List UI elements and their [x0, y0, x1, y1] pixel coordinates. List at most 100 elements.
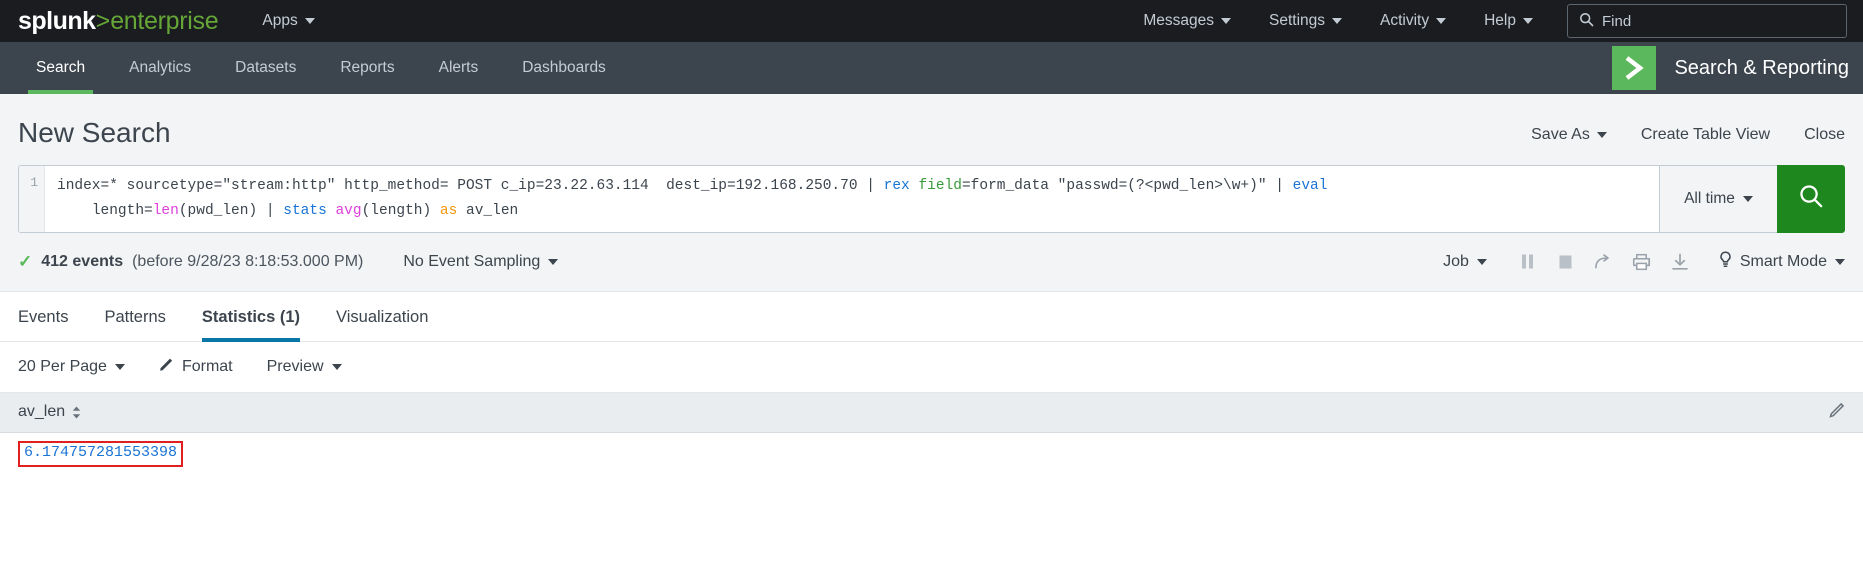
stop-icon[interactable] [1547, 247, 1585, 277]
search-query-text[interactable]: index=* sourcetype="stream:http" http_me… [45, 166, 1659, 232]
event-sampling-label: No Event Sampling [403, 252, 541, 270]
app-nav-tab-label: Reports [340, 59, 395, 76]
tab-patterns[interactable]: Patterns [86, 292, 183, 341]
save-as-label: Save As [1531, 126, 1590, 143]
sort-arrows-icon [72, 406, 81, 419]
app-nav-tab-label: Analytics [129, 59, 192, 76]
time-range-picker[interactable]: All time [1659, 164, 1777, 233]
query-token-as: as [439, 202, 458, 219]
tab-label: Events [18, 307, 69, 326]
app-nav-tabs: Search Analytics Datasets Reports Alerts… [0, 42, 628, 94]
settings-menu-label: Settings [1269, 12, 1326, 29]
app-nav-tab-label: Datasets [235, 59, 297, 76]
splunk-enterprise-logo[interactable]: splunk > enterprise [18, 6, 219, 36]
chevron-down-icon [1523, 18, 1533, 24]
query-token-plain: length= [91, 202, 153, 219]
results-table: av_len 6.174757281553398 [0, 392, 1863, 475]
per-page-selector[interactable]: 20 Per Page [18, 358, 125, 376]
chevron-right-logo-icon [1612, 46, 1657, 90]
app-navigation-bar: Search Analytics Datasets Reports Alerts… [0, 42, 1863, 94]
event-sampling-menu[interactable]: No Event Sampling [403, 252, 559, 271]
job-controls: Job Smart Mode [1443, 247, 1845, 277]
logo-text-splunk: splunk [18, 6, 96, 35]
preview-label: Preview [266, 357, 324, 375]
top-navigation-right: Messages Settings Activity Help Find [1139, 4, 1847, 38]
event-count: 412 events [41, 252, 124, 270]
time-range-label: All time [1684, 189, 1735, 207]
query-token-plain: (pwd_len) | [178, 202, 284, 219]
format-button[interactable]: Format [159, 357, 233, 377]
search-mode-menu[interactable]: Smart Mode [1719, 251, 1845, 273]
search-bar-container: 1 index=* sourcetype="stream:http" http_… [0, 148, 1863, 233]
logo-text-enterprise: enterprise [110, 6, 219, 35]
chevron-down-icon [1742, 195, 1753, 202]
app-nav-tab-alerts[interactable]: Alerts [417, 42, 501, 94]
lightbulb-icon [1719, 251, 1732, 273]
apps-menu[interactable]: Apps [258, 6, 318, 36]
current-app-name: Search & Reporting [1674, 56, 1849, 79]
preview-selector[interactable]: Preview [267, 358, 342, 376]
app-nav-tab-label: Search [36, 59, 86, 76]
job-status-bar: ✓ 412 events (before 9/28/23 8:18:53.000… [0, 232, 1863, 292]
query-token-plain: (length) [361, 202, 440, 219]
print-icon[interactable] [1623, 247, 1661, 277]
create-table-view-button[interactable]: Create Table View [1641, 126, 1770, 144]
query-token-cmd: eval [1292, 177, 1328, 194]
tab-visualization[interactable]: Visualization [318, 292, 446, 341]
query-token-cmd: rex [883, 177, 910, 194]
messages-menu-label: Messages [1143, 12, 1214, 29]
app-nav-tab-analytics[interactable]: Analytics [107, 42, 213, 94]
close-button[interactable]: Close [1804, 126, 1845, 144]
column-header-av_len[interactable]: av_len [18, 403, 81, 421]
current-app-badge[interactable]: Search & Reporting [1612, 42, 1863, 94]
top-navigation-bar: splunk > enterprise Apps Messages Settings… [0, 0, 1863, 42]
find-placeholder-text: Find [1602, 12, 1632, 30]
table-header-row: av_len [0, 392, 1863, 433]
pencil-icon [1829, 402, 1845, 423]
page-header-actions: Save As Create Table View Close [1531, 118, 1845, 144]
help-menu[interactable]: Help [1480, 6, 1537, 36]
messages-menu[interactable]: Messages [1139, 6, 1235, 36]
check-icon: ✓ [18, 251, 33, 271]
app-nav-tab-reports[interactable]: Reports [318, 42, 416, 94]
search-icon [1579, 12, 1594, 31]
cell-av_len[interactable]: 6.174757281553398 [18, 440, 184, 467]
table-edit-columns-button[interactable] [1829, 402, 1845, 423]
export-download-icon[interactable] [1661, 247, 1699, 277]
results-table-toolbar: 20 Per Page Format Preview [0, 341, 1863, 393]
logo-text-gt: > [95, 6, 111, 35]
settings-menu[interactable]: Settings [1265, 6, 1346, 36]
tab-label: Visualization [336, 307, 429, 326]
job-menu[interactable]: Job [1443, 253, 1487, 271]
find-input[interactable]: Find [1567, 4, 1847, 38]
tab-label: Statistics (1) [201, 307, 301, 326]
chevron-down-icon [304, 18, 315, 24]
app-nav-tab-datasets[interactable]: Datasets [213, 42, 318, 94]
chevron-down-icon [1835, 258, 1845, 265]
event-count-summary: ✓ 412 events (before 9/28/23 8:18:53.000… [18, 252, 363, 272]
event-time-range: (before 9/28/23 8:18:53.000 PM) [132, 252, 364, 270]
chevron-down-icon [114, 363, 125, 370]
chevron-down-icon [1476, 258, 1487, 265]
pencil-icon [159, 357, 174, 377]
create-table-view-label: Create Table View [1640, 126, 1771, 143]
chevron-down-icon [1332, 18, 1343, 24]
activity-menu[interactable]: Activity [1376, 6, 1450, 36]
app-nav-tab-label: Dashboards [522, 59, 606, 76]
query-token-fn: avg [335, 202, 362, 219]
search-query-field[interactable]: 1 index=* sourcetype="stream:http" http_… [18, 164, 1659, 233]
apps-menu-label: Apps [262, 12, 298, 29]
app-nav-tab-search[interactable]: Search [14, 42, 107, 94]
save-as-button[interactable]: Save As [1531, 126, 1607, 144]
per-page-label: 20 Per Page [18, 357, 107, 375]
share-icon[interactable] [1585, 247, 1623, 277]
tab-statistics[interactable]: Statistics (1) [184, 292, 318, 342]
run-search-button[interactable] [1777, 164, 1845, 233]
chevron-down-icon [1436, 18, 1447, 24]
tab-label: Patterns [104, 307, 166, 326]
search-mode-label: Smart Mode [1739, 252, 1827, 270]
app-nav-tab-dashboards[interactable]: Dashboards [500, 42, 628, 94]
results-tab-bar: Events Patterns Statistics (1) Visualiza… [0, 291, 1863, 342]
pause-icon[interactable] [1509, 247, 1547, 277]
tab-events[interactable]: Events [18, 292, 86, 341]
